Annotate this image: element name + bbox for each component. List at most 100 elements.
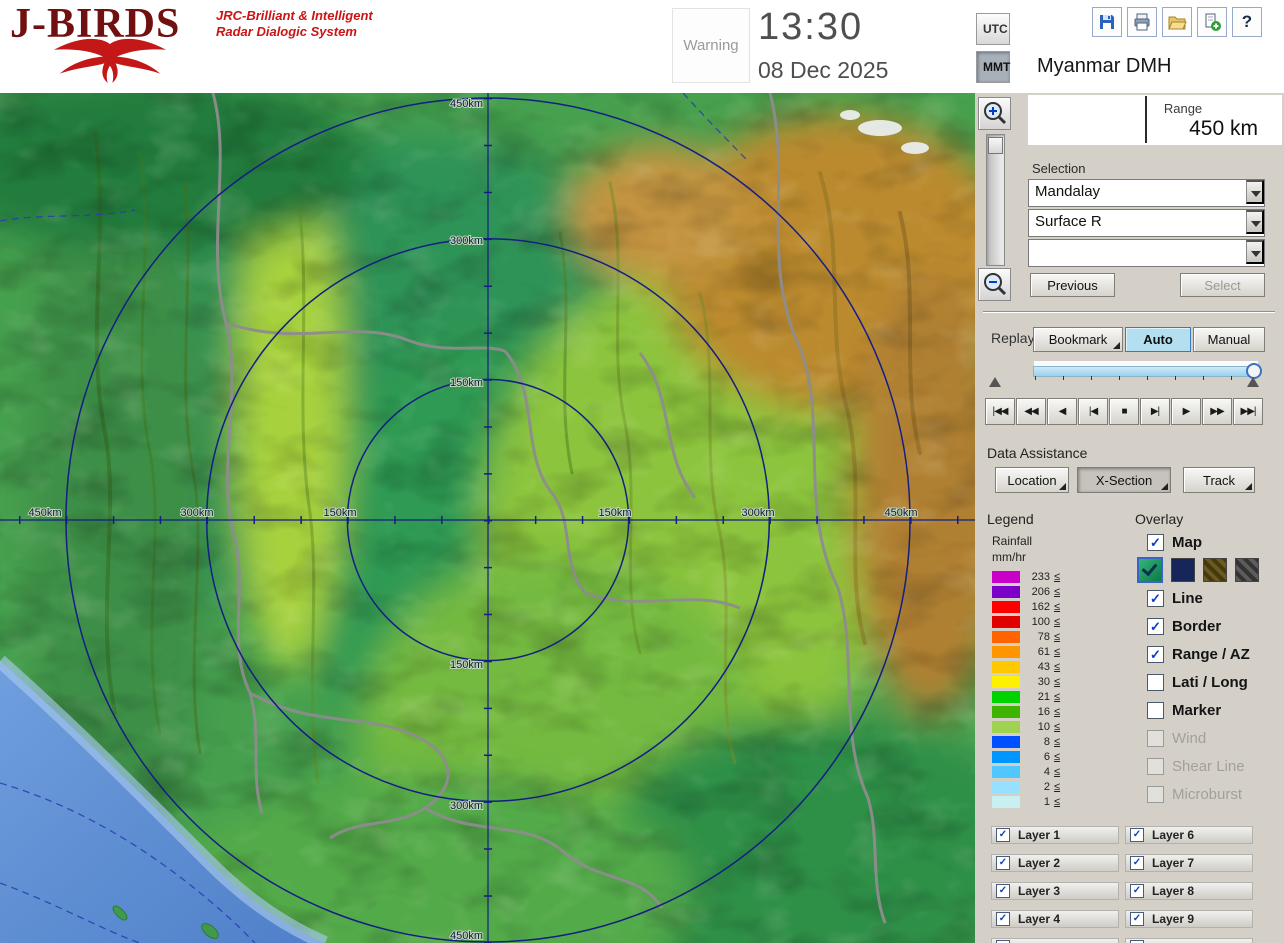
bookmark-button[interactable]: Bookmark: [1033, 327, 1123, 352]
zoom-in-button[interactable]: [978, 97, 1011, 130]
range-label-text: Range: [1163, 101, 1203, 116]
step-forward-button[interactable]: ▶|: [1140, 398, 1170, 425]
range-label: 300km: [450, 800, 483, 812]
checkbox-layer-4[interactable]: ✓: [996, 912, 1010, 926]
help-button[interactable]: ?: [1232, 7, 1262, 37]
legend-color-swatch: [992, 660, 1020, 673]
checkbox-range-az[interactable]: ✓: [1147, 645, 1164, 663]
checkbox-shear-line[interactable]: [1147, 757, 1164, 775]
chevron-down-icon[interactable]: [1246, 240, 1264, 264]
fast-rewind-button[interactable]: ◀◀: [1016, 398, 1046, 425]
layer-row-layer-1[interactable]: ✓ Layer 1: [991, 826, 1119, 844]
app-root: J-BIRDS JRC-Brilliant & Intelligent Rada…: [0, 0, 1284, 943]
mmt-button[interactable]: MMT: [976, 51, 1010, 83]
layer-label-layer-6: Layer 6: [1152, 828, 1195, 842]
layers-column-right: ✓ Layer 6 ✓ Layer 7 ✓ Layer 8 ✓ Layer 9: [1125, 826, 1253, 943]
checkbox-map[interactable]: ✓: [1147, 533, 1164, 551]
checkbox-line[interactable]: ✓: [1147, 589, 1164, 607]
map-style-gray-swatch[interactable]: [1235, 558, 1259, 582]
layer-row-layer-3[interactable]: ✓ Layer 3: [991, 882, 1119, 900]
step-back-button[interactable]: |◀: [1078, 398, 1108, 425]
legend-color-swatch: [992, 765, 1020, 778]
overlay-item-marker[interactable]: Marker: [1147, 696, 1282, 724]
open-button[interactable]: [1162, 7, 1192, 37]
print-button[interactable]: [1127, 7, 1157, 37]
previous-button[interactable]: Previous: [1030, 273, 1115, 297]
range-value: 450 km: [1189, 117, 1258, 140]
overlay-item-microburst[interactable]: Microburst: [1147, 780, 1282, 808]
map-style-dark-swatch[interactable]: [1171, 558, 1195, 582]
layer-row-layer-2[interactable]: ✓ Layer 2: [991, 854, 1119, 872]
overlay-item-range-az[interactable]: ✓ Range / AZ: [1147, 640, 1282, 668]
play-forward-button[interactable]: ▶: [1171, 398, 1201, 425]
manual-button[interactable]: Manual: [1193, 327, 1265, 352]
checkbox-microburst[interactable]: [1147, 785, 1164, 803]
timeline-end-marker[interactable]: [1247, 377, 1259, 387]
magnifier-plus-icon: [983, 101, 1006, 124]
utc-button[interactable]: UTC: [976, 13, 1010, 45]
seek-start-button[interactable]: |◀◀: [985, 398, 1015, 425]
overlay-item-border[interactable]: ✓ Border: [1147, 612, 1282, 640]
legend-title-rainfall: Rainfall: [992, 534, 1033, 548]
x-section-button[interactable]: X-Section: [1077, 467, 1171, 493]
select-button[interactable]: Select: [1180, 273, 1265, 297]
radar-map[interactable]: 450km 300km 150km 150km 300km 450km 450k…: [0, 73, 1040, 943]
export-button[interactable]: [1197, 7, 1227, 37]
overlay-item-lati-long[interactable]: Lati / Long: [1147, 668, 1282, 696]
checkbox-layer-1[interactable]: ✓: [996, 828, 1010, 842]
location-button[interactable]: Location: [995, 467, 1069, 493]
overlay-item-map[interactable]: ✓ Map: [1147, 528, 1282, 556]
map-style-terrain-swatch[interactable]: [1137, 557, 1163, 583]
layer-label-layer-8: Layer 8: [1152, 884, 1195, 898]
clock-time: 13:30: [758, 6, 864, 48]
chevron-down-icon[interactable]: [1246, 180, 1264, 204]
seek-end-button[interactable]: ▶▶|: [1233, 398, 1263, 425]
legend-le-symbol: ≤: [1054, 705, 1061, 718]
layer-row-layer-4[interactable]: ✓ Layer 4: [991, 910, 1119, 928]
zoom-slider-thumb[interactable]: [988, 137, 1003, 154]
replay-timeline-slider[interactable]: [1033, 360, 1262, 380]
checkbox-marker[interactable]: [1147, 701, 1164, 719]
product-dropdown-value: Surface R: [1035, 213, 1102, 230]
zoom-slider[interactable]: [986, 134, 1005, 266]
station-dropdown[interactable]: Mandalay: [1028, 179, 1265, 207]
zoom-out-button[interactable]: [978, 268, 1011, 301]
track-button[interactable]: Track: [1183, 467, 1255, 493]
legend-value: 21: [1037, 690, 1050, 703]
chevron-down-icon[interactable]: [1246, 210, 1264, 234]
legend-row: 1 ≤: [992, 794, 1060, 809]
selection-label: Selection: [1032, 161, 1086, 176]
play-backward-button[interactable]: ◀: [1047, 398, 1077, 425]
map-style-olive-swatch[interactable]: [1203, 558, 1227, 582]
checkbox-layer-9[interactable]: ✓: [1130, 912, 1144, 926]
export-icon: [1205, 13, 1221, 31]
layer-row-layer-8[interactable]: ✓ Layer 8: [1125, 882, 1253, 900]
warning-panel[interactable]: Warning: [672, 8, 750, 83]
save-button[interactable]: [1092, 7, 1122, 37]
overlay-item-line[interactable]: ✓ Line: [1147, 584, 1282, 612]
legend-row: 16 ≤: [992, 704, 1060, 719]
stop-button[interactable]: ■: [1109, 398, 1139, 425]
checkbox-layer-3[interactable]: ✓: [996, 884, 1010, 898]
overlay-item-shear-line[interactable]: Shear Line: [1147, 752, 1282, 780]
legend-row: 61 ≤: [992, 644, 1060, 659]
layer-row-layer-9[interactable]: ✓ Layer 9: [1125, 910, 1253, 928]
product-dropdown[interactable]: Surface R: [1028, 209, 1265, 237]
checkbox-border[interactable]: ✓: [1147, 617, 1164, 635]
layer-row-layer-6[interactable]: ✓ Layer 6: [1125, 826, 1253, 844]
range-label: 450km: [28, 507, 61, 519]
checkbox-layer-7[interactable]: ✓: [1130, 856, 1144, 870]
fast-forward-button[interactable]: ▶▶: [1202, 398, 1232, 425]
checkbox-layer-6[interactable]: ✓: [1130, 828, 1144, 842]
checkbox-layer-2[interactable]: ✓: [996, 856, 1010, 870]
checkbox-layer-8[interactable]: ✓: [1130, 884, 1144, 898]
option-dropdown[interactable]: [1028, 239, 1265, 267]
auto-button[interactable]: Auto: [1125, 327, 1191, 352]
layer-row-layer-7[interactable]: ✓ Layer 7: [1125, 854, 1253, 872]
range-display: Range 450 km: [1028, 95, 1282, 145]
checkbox-lati-long[interactable]: [1147, 673, 1164, 691]
overlay-item-wind[interactable]: Wind: [1147, 724, 1282, 752]
checkbox-wind[interactable]: [1147, 729, 1164, 747]
legend-row: 21 ≤: [992, 689, 1060, 704]
timeline-start-marker[interactable]: [989, 377, 1001, 387]
